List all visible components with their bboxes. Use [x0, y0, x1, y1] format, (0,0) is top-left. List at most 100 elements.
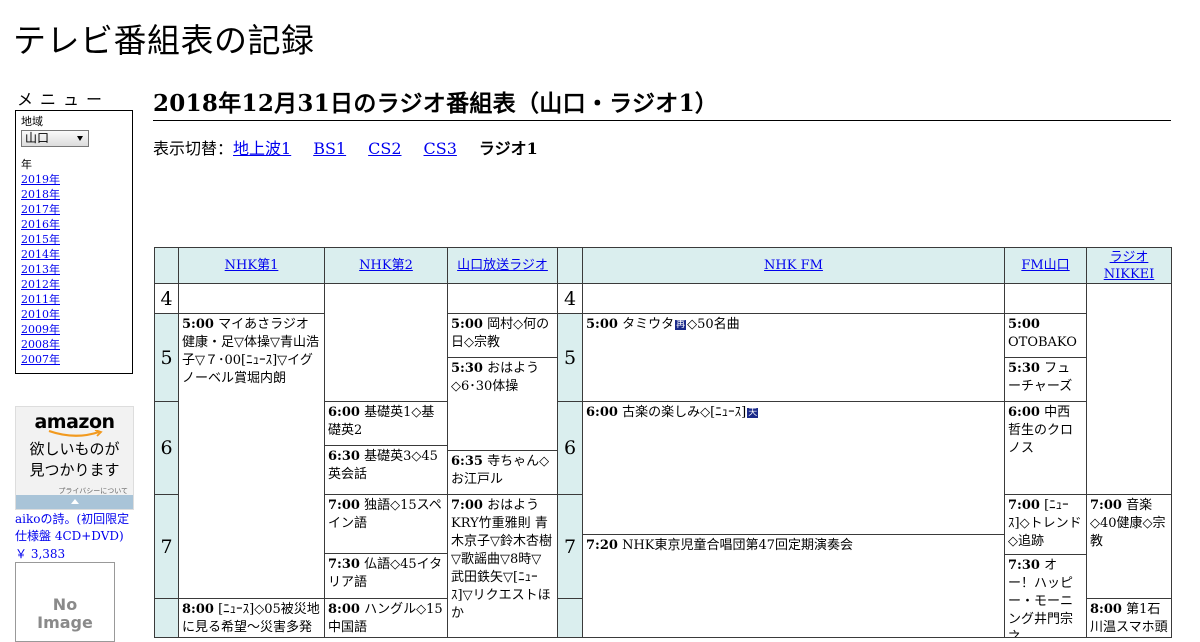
switch-current-radio1: ラジオ1	[478, 139, 538, 158]
amazon-tagline-1: 欲しいものが	[29, 440, 120, 458]
year-link-2011[interactable]: 2011年	[21, 292, 127, 307]
channel-link-fmy[interactable]: FM山口	[1021, 257, 1069, 274]
program-cell[interactable]: 6:00 中西哲生のクロノス	[1004, 401, 1087, 495]
program-cell[interactable]: 6:35 寺ちゃん◇お江戸ル	[447, 450, 558, 495]
hour-header-right	[557, 247, 583, 284]
year-link-2014[interactable]: 2014年	[21, 247, 127, 262]
program-cell[interactable]: 8:00 ハングル◇15中国語	[324, 598, 448, 638]
channel-header-fmy: FM山口	[1004, 247, 1087, 284]
region-select-value: 山口	[25, 131, 50, 145]
program-empty	[324, 283, 448, 402]
channel-link-nhk2[interactable]: NHK第2	[359, 257, 413, 274]
program-time: 6:00	[328, 405, 360, 420]
region-select[interactable]: 山口	[21, 130, 89, 147]
channel-link-kry[interactable]: 山口放送ラジオ	[457, 257, 548, 274]
channel-header-nhkfm: NHK FM	[582, 247, 1005, 284]
channel-header-nhk1: NHK第1	[178, 247, 325, 284]
switch-link-cs2[interactable]: CS2	[368, 139, 401, 158]
program-cell[interactable]: 6:00 古楽の楽しみ◇[ﾆｭｰｽ] 天	[582, 401, 1005, 535]
year-link-2018[interactable]: 2018年	[21, 187, 127, 202]
year-link-2008[interactable]: 2008年	[21, 337, 127, 352]
program-cell[interactable]: 5:30 フューチャーズ	[1004, 357, 1087, 402]
program-cell[interactable]: 7:00 [ﾆｭｰｽ]◇トレンド◇追跡	[1004, 494, 1087, 555]
year-label: 年	[21, 158, 32, 171]
program-time: 6:00	[1008, 405, 1040, 420]
hour-cell-4-right: 4	[557, 283, 583, 314]
program-time: 6:00	[586, 405, 618, 420]
program-cell[interactable]: 6:30 基礎英3◇45英会話	[324, 445, 448, 495]
dropdown-arrow-icon	[77, 136, 83, 141]
product-price: ￥ 3,383	[15, 547, 66, 561]
menu-box: 地域 山口 年 2019年 2018年 2017年 2016年 2015年 20…	[15, 110, 133, 374]
no-image-text-1: No	[52, 595, 78, 614]
program-title: NHK東京児童合唱団第47回定期演奏会	[622, 538, 854, 553]
program-empty	[1004, 283, 1087, 314]
program-cell[interactable]: 5:00 岡村◇何の日◇宗教	[447, 313, 558, 358]
program-cell[interactable]: 7:30 仏語◇45イタリア語	[324, 553, 448, 599]
program-time: 7:30	[1008, 558, 1040, 573]
program-cell[interactable]: 7:30 オー！ハッピー・モーニング井門宗之	[1004, 554, 1087, 638]
switcher-label: 表示切替：	[153, 139, 234, 158]
program-time: 8:00	[182, 602, 214, 617]
year-link-2019[interactable]: 2019年	[21, 172, 127, 187]
year-link-2007[interactable]: 2007年	[21, 352, 127, 367]
year-link-2009[interactable]: 2009年	[21, 322, 127, 337]
program-cell[interactable]: 7:20 NHK東京児童合唱団第47回定期演奏会	[582, 534, 1005, 638]
triangle-up-icon	[71, 499, 79, 504]
program-cell[interactable]: 5:00 OTOBAKO	[1004, 313, 1087, 358]
program-time: 5:00	[451, 317, 483, 332]
year-link-2012[interactable]: 2012年	[21, 277, 127, 292]
site-title: テレビ番組表の記録	[13, 21, 315, 60]
year-link-2016[interactable]: 2016年	[21, 217, 127, 232]
no-image-placeholder[interactable]: No Image	[15, 562, 115, 642]
program-title: OTOBAKO	[1008, 335, 1077, 350]
program-time: 5:00	[1008, 317, 1040, 332]
program-cell[interactable]: 5:00 タミウタ再 ◇50名曲	[582, 313, 1005, 402]
program-cell[interactable]: 7:00 おはようKRY竹重雅則 青木京子▽鈴木杏樹▽歌謡曲▽8時▽武田鉄矢▽[…	[447, 494, 558, 638]
year-link-2013[interactable]: 2013年	[21, 262, 127, 277]
program-title-rest: ◇50名曲	[687, 317, 740, 332]
channel-header-kry: 山口放送ラジオ	[447, 247, 558, 284]
program-cell[interactable]: 8:00 [ﾆｭｰｽ]◇05被災地に見る希望〜災害多発	[178, 598, 325, 638]
program-cell[interactable]: 6:00 基礎英1◇基礎英2	[324, 401, 448, 446]
program-time: 8:00	[328, 602, 360, 617]
program-cell[interactable]: 5:00 マイあさラジオ 健康・足▽体操▽青山浩子▽７･00[ﾆｭｰｽ]▽イグノ…	[178, 313, 325, 599]
program-cell[interactable]: 7:00 独語◇15スペイン語	[324, 494, 448, 554]
program-time: 7:20	[586, 538, 618, 553]
program-time: 5:30	[451, 361, 483, 376]
hour-cell-7-left: 7	[154, 494, 179, 599]
program-cell[interactable]: 5:30 おはよう◇6･30体操	[447, 357, 558, 451]
switch-link-cs3[interactable]: CS3	[424, 139, 457, 158]
product-link[interactable]: aikoの詩。(初回限定仕様盤 4CD+DVD)	[15, 511, 133, 545]
program-empty	[582, 283, 1005, 314]
program-cell[interactable]: 7:00 音楽◇40健康◇宗教	[1086, 494, 1172, 599]
program-time: 7:00	[451, 498, 483, 513]
program-time: 7:30	[328, 557, 360, 572]
switch-link-terrestrial[interactable]: 地上波1	[233, 139, 291, 158]
channel-link-nhk1[interactable]: NHK第1	[225, 257, 279, 274]
program-title: 古楽の楽しみ◇[ﾆｭｰｽ]	[622, 405, 747, 420]
hour-cell-4-left: 4	[154, 283, 179, 314]
year-link-2017[interactable]: 2017年	[21, 202, 127, 217]
channel-link-nikkei[interactable]: ラジオNIKKEI	[1101, 249, 1157, 283]
switch-link-bs1[interactable]: BS1	[313, 139, 346, 158]
hour-cell-6-left: 6	[154, 401, 179, 495]
amazon-logo: amazon	[34, 411, 115, 433]
ad-collapse-bar[interactable]	[16, 495, 133, 509]
program-time: 5:00	[182, 317, 214, 332]
amazon-ad[interactable]: amazon 欲しいものが 見つかります プライバシーについて	[15, 406, 134, 510]
program-cell[interactable]: 8:00 第1石川温スマホ頭脳	[1086, 598, 1172, 638]
year-link-2010[interactable]: 2010年	[21, 307, 127, 322]
program-time: 7:00	[328, 498, 360, 513]
year-link-2015[interactable]: 2015年	[21, 232, 127, 247]
weather-badge-icon: 天	[747, 408, 759, 418]
amazon-tagline-2: 見つかります	[29, 461, 120, 479]
page-title: 2018年12月31日のラジオ番組表（山口・ラジオ1）	[153, 84, 1171, 121]
hour-cell-8-left	[154, 598, 179, 638]
program-time: 7:00	[1008, 498, 1040, 513]
menu-heading: メニュー	[17, 90, 110, 109]
channel-header-nikkei: ラジオNIKKEI	[1086, 247, 1172, 284]
program-time: 7:00	[1090, 498, 1122, 513]
program-title: タミウタ	[622, 317, 675, 332]
channel-link-nhkfm[interactable]: NHK FM	[764, 257, 823, 274]
